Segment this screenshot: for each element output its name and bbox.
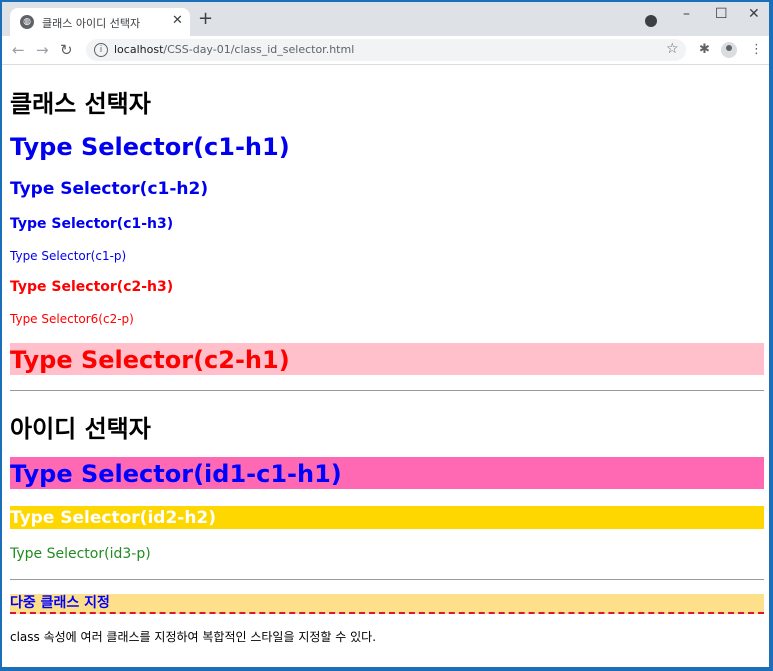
page-content: 클래스 선택자 Type Selector(c1-h1) Type Select…: [2, 65, 769, 667]
url-field[interactable]: i localhost/CSS-day-01/class_id_selector…: [86, 39, 686, 61]
window-close-icon[interactable]: ✕: [748, 6, 760, 22]
c2-p: Type Selector6(c2-p): [10, 312, 134, 326]
tab-search-icon[interactable]: [645, 15, 657, 27]
forward-icon[interactable]: →: [36, 41, 49, 59]
back-icon[interactable]: ←: [12, 41, 25, 59]
divider: [10, 390, 764, 391]
id2-h2: Type Selector(id2-h2): [10, 506, 764, 529]
menu-kebab-icon[interactable]: ⋮: [750, 42, 763, 57]
extensions-icon[interactable]: ✱: [699, 42, 710, 57]
c1-p: Type Selector(c1-p): [10, 249, 127, 263]
heading-id-selector: 아이디 선택자: [10, 415, 151, 443]
c1-h1: Type Selector(c1-h1): [10, 133, 290, 161]
browser-tab[interactable]: ◍ 클래스 아이디 선택자 ✕: [10, 8, 190, 36]
tab-bar: ◍ 클래스 아이디 선택자 ✕ + – ☐ ✕: [2, 2, 769, 36]
c2-h3: Type Selector(c2-h3): [10, 279, 174, 295]
heading-class-selector: 클래스 선택자: [10, 90, 151, 118]
browser-window: ◍ 클래스 아이디 선택자 ✕ + – ☐ ✕ ← → ↻ i localhos…: [2, 2, 769, 667]
reload-icon[interactable]: ↻: [60, 41, 73, 59]
maximize-icon[interactable]: ☐: [715, 6, 728, 22]
close-icon[interactable]: ✕: [172, 13, 183, 28]
minimize-icon[interactable]: –: [683, 6, 690, 22]
profile-avatar-icon[interactable]: [721, 42, 737, 58]
multi-class-description: class 속성에 여러 클래스를 지정하여 복합적인 스타일을 지정할 수 있…: [10, 630, 377, 644]
address-bar: ← → ↻ i localhost/CSS-day-01/class_id_se…: [2, 36, 769, 65]
globe-icon: ◍: [20, 15, 34, 29]
c1-h2: Type Selector(c1-h2): [10, 179, 209, 199]
bookmark-star-icon[interactable]: ☆: [666, 41, 679, 57]
divider: [10, 579, 764, 580]
url-text: localhost/CSS-day-01/class_id_selector.h…: [114, 43, 355, 56]
id1-h1: Type Selector(id1-c1-h1): [10, 457, 764, 489]
info-icon[interactable]: i: [94, 43, 108, 57]
c1-h3: Type Selector(c1-h3): [10, 216, 174, 232]
tab-title: 클래스 아이디 선택자: [42, 17, 141, 30]
id3-p: Type Selector(id3-p): [10, 546, 151, 562]
multi-class-heading: 다중 클래스 지정: [10, 594, 764, 614]
new-tab-icon[interactable]: +: [198, 8, 213, 29]
c2-h1: Type Selector(c2-h1): [10, 343, 764, 375]
